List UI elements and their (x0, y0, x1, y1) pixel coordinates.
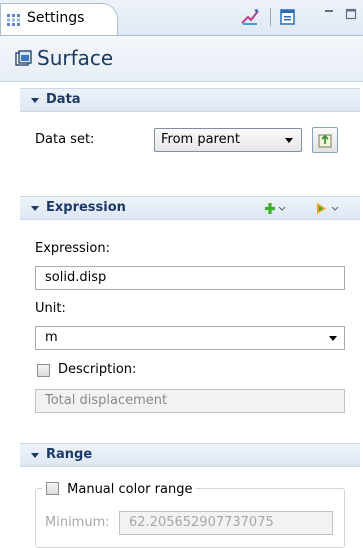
add-expression-icon[interactable] (264, 202, 286, 216)
manual-color-range-checkbox[interactable] (46, 482, 59, 495)
help-window-icon[interactable] (278, 7, 298, 27)
expression-input[interactable]: solid.disp (35, 266, 345, 290)
manual-color-range-legend: Manual color range (42, 480, 197, 498)
dataset-label: Data set: (35, 132, 95, 147)
minimize-icon[interactable] (323, 8, 335, 20)
unit-label: Unit: (35, 301, 66, 316)
section-title: Expression (46, 200, 126, 215)
description-checkbox[interactable] (37, 364, 50, 377)
page-title: Surface (37, 46, 114, 70)
tab-settings[interactable]: Settings (0, 3, 118, 35)
expression-label: Expression: (35, 241, 110, 256)
chevron-down-icon (329, 336, 337, 341)
collapse-arrow-icon (31, 453, 39, 458)
minimum-input[interactable]: 62.205652907737075 (119, 511, 333, 535)
dataset-select-value: From parent (161, 132, 240, 147)
panel-title-bar: Surface (0, 36, 363, 82)
section-header-expression[interactable]: Expression (20, 196, 360, 220)
description-input[interactable]: Total displacement (35, 389, 345, 413)
toolbar-separator (270, 8, 271, 26)
unit-select-value: m (45, 330, 58, 345)
plot-brush-icon[interactable] (240, 7, 260, 27)
dataset-select[interactable]: From parent (154, 128, 302, 152)
section-title: Range (46, 447, 93, 462)
description-label: Description: (58, 362, 137, 377)
section-header-range[interactable]: Range (20, 443, 360, 467)
minimum-label: Minimum: (45, 515, 110, 530)
unit-select[interactable]: m (35, 326, 345, 350)
surface-icon (15, 50, 32, 66)
go-to-source-icon (318, 134, 332, 148)
chevron-down-icon (285, 138, 293, 143)
section-header-data[interactable]: Data (20, 88, 360, 112)
maximize-icon[interactable] (345, 8, 357, 20)
tab-label: Settings (27, 10, 85, 26)
section-title: Data (46, 92, 81, 107)
collapse-arrow-icon (31, 206, 39, 211)
manual-color-range-label: Manual color range (67, 482, 193, 497)
collapse-arrow-icon (31, 98, 39, 103)
go-to-source-button[interactable] (312, 127, 338, 153)
tab-strip: Settings (0, 0, 363, 36)
settings-grid-icon (7, 14, 20, 26)
replace-expression-icon[interactable] (316, 202, 340, 216)
